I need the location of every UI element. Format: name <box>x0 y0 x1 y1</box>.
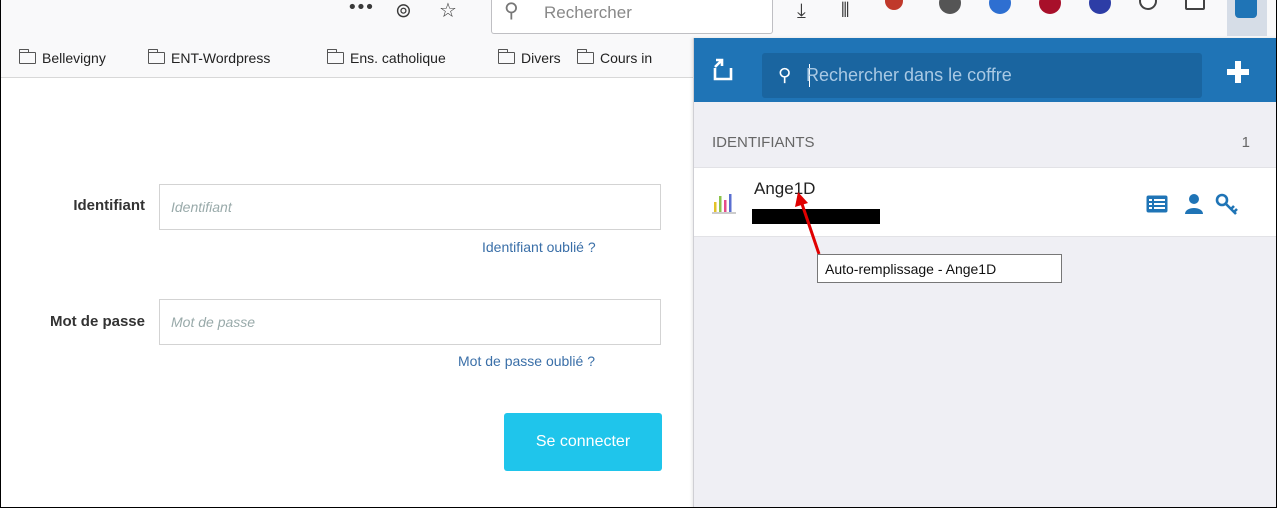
bookmark-label: ENT-Wordpress <box>171 50 271 66</box>
copy-username-icon[interactable] <box>1185 193 1203 220</box>
vault-search[interactable]: ⚲ <box>762 53 1202 98</box>
extension-face-icon[interactable] <box>1139 0 1157 10</box>
username-input[interactable] <box>160 185 660 229</box>
username-field[interactable] <box>159 184 661 230</box>
folder-icon <box>576 49 594 64</box>
extension-box-icon[interactable] <box>1185 0 1205 10</box>
bookmark-label: Bellevigny <box>42 50 106 66</box>
ublock-icon[interactable] <box>1039 0 1061 14</box>
forgot-password-link[interactable]: Mot de passe oublié ? <box>458 353 595 369</box>
extension-dots-icon[interactable] <box>939 0 961 14</box>
redacted-username <box>752 209 880 224</box>
search-bar[interactable]: ⚲ Rechercher <box>491 0 773 34</box>
bookmark-divers[interactable]: Divers <box>497 49 561 67</box>
password-input[interactable] <box>160 300 660 344</box>
vault-search-input[interactable] <box>806 53 1196 98</box>
extension-blue-icon[interactable] <box>989 0 1011 14</box>
page-actions-icon[interactable]: ••• <box>347 0 375 20</box>
extension-scissors-icon[interactable] <box>885 0 903 10</box>
bookmark-bellevigny[interactable]: Bellevigny <box>18 49 106 67</box>
bookmark-ent-wordpress[interactable]: ENT-Wordpress <box>147 49 271 67</box>
library-icon[interactable]: ⫴ <box>841 0 849 22</box>
search-bar-placeholder: Rechercher <box>544 3 632 22</box>
folder-icon <box>497 49 515 64</box>
downloads-icon[interactable]: ⤓ <box>797 0 806 22</box>
popup-header: ⚲ <box>694 38 1276 102</box>
pocket-icon[interactable]: ⊚ <box>395 0 412 22</box>
bookmark-cours[interactable]: Cours in <box>576 49 653 67</box>
bookmark-label: Ens. catholique <box>350 50 446 66</box>
site-favicon-icon <box>712 190 736 214</box>
folder-icon <box>147 49 165 64</box>
section-count: 1 <box>1241 134 1250 151</box>
search-icon: ⚲ <box>504 0 519 22</box>
cipher-name: Ange1D <box>754 179 816 198</box>
password-field[interactable] <box>159 299 661 345</box>
view-item-icon[interactable] <box>1146 195 1168 218</box>
username-label: Identifiant <box>73 197 145 214</box>
autofill-tooltip: Auto-remplissage - Ange1D <box>817 254 1062 283</box>
folder-icon <box>18 49 36 64</box>
bookmark-ens-catholique[interactable]: Ens. catholique <box>326 49 446 67</box>
folder-icon <box>326 49 344 64</box>
bitwarden-toolbar-button[interactable] <box>1227 0 1267 36</box>
password-label: Mot de passe <box>49 313 145 330</box>
section-title: IDENTIFIANTS <box>712 134 815 151</box>
bitwarden-icon <box>1235 0 1257 18</box>
popout-icon[interactable] <box>712 58 734 82</box>
forgot-username-link[interactable]: Identifiant oublié ? <box>482 239 596 255</box>
extension-navy-icon[interactable] <box>1089 0 1111 14</box>
search-icon: ⚲ <box>778 65 792 86</box>
bookmark-label: Divers <box>521 50 561 66</box>
browser-toolbar: ••• ⊚ ☆ ⚲ Rechercher ⤓ ⫴ <box>1 0 1276 38</box>
login-button[interactable]: Se connecter <box>504 413 662 471</box>
bookmark-label: Cours in <box>600 50 653 66</box>
bookmark-star-icon[interactable]: ☆ <box>439 0 457 22</box>
copy-password-key-icon[interactable] <box>1215 193 1239 220</box>
add-item-button[interactable] <box>1226 60 1250 84</box>
cipher-row[interactable]: Ange1D <box>694 167 1276 237</box>
browser-window: ••• ⊚ ☆ ⚲ Rechercher ⤓ ⫴ Bellevigny ENT-… <box>0 0 1277 508</box>
